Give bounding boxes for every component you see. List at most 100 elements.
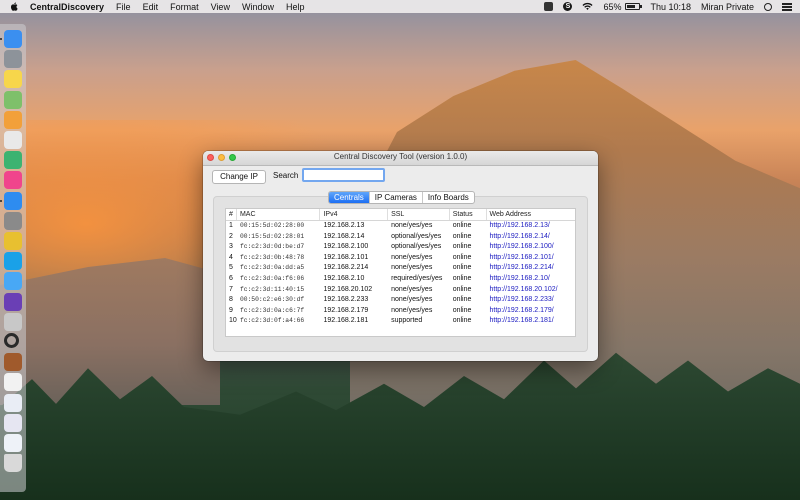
cell-mac: fc:c2:3d:11:40:15: [239, 285, 305, 293]
column-header-ipv4[interactable]: IPv4: [320, 209, 389, 220]
cell-mac: fc:c2:3d:0a:c6:7f: [239, 306, 305, 314]
cell-mac: 00:15:5d:02:28:00: [239, 222, 305, 229]
table-row[interactable]: 9 fc:c2:3d:0a:c6:7f 192.168.2.179 none/yes/…: [226, 306, 575, 317]
dock-magnifier-icon[interactable]: [4, 333, 19, 348]
cell-web-address[interactable]: http://192.168.2.10/: [487, 274, 575, 285]
cell-ipv4: 192.168.2.13: [323, 222, 365, 229]
dock-numbers-icon[interactable]: [4, 151, 22, 170]
dock-document-2-icon[interactable]: [4, 393, 22, 412]
cell-web-address[interactable]: http://192.168.2.101/: [487, 253, 575, 264]
window-title: Central Discovery Tool (version 1.0.0): [333, 152, 468, 161]
cell-status: online: [452, 285, 472, 293]
dock-chrome-icon[interactable]: [4, 232, 22, 250]
table-row[interactable]: 8 00:50:c2:e6:30:df 192.168.2.233 none/yes/…: [226, 295, 575, 306]
dock-trash-icon[interactable]: [4, 454, 22, 473]
dock-document-3-icon[interactable]: [4, 413, 22, 432]
cell-ipv4: 192.168.2.233: [323, 296, 369, 304]
cell-status: online: [452, 264, 472, 272]
menu-format[interactable]: Format: [164, 2, 205, 12]
cell-ssl: supported: [391, 317, 423, 325]
column-header-ssl[interactable]: SSL: [388, 209, 450, 220]
menu-window[interactable]: Window: [236, 2, 280, 12]
menu-clock[interactable]: Thu 10:18: [645, 2, 696, 12]
dock-finder-icon[interactable]: [4, 30, 22, 48]
apple-icon[interactable]: [10, 2, 18, 11]
battery-level-fill: [627, 5, 635, 8]
table-row[interactable]: 3 fc:c2:3d:0d:be:d7 192.168.2.100 optional/…: [226, 242, 575, 253]
dock-skype-icon[interactable]: [4, 252, 22, 271]
tab-ip-cameras[interactable]: IP Cameras: [368, 192, 422, 203]
table-row[interactable]: 7 fc:c2:3d:11:40:15 192.168.20.102 none/yes…: [226, 285, 575, 296]
menu-bar: CentralDiscovery File Edit Format View W…: [0, 0, 800, 13]
dock-messages-icon[interactable]: [4, 272, 22, 291]
cell-web-address[interactable]: http://192.168.2.181/: [487, 316, 575, 327]
cell-number: 3: [229, 243, 233, 251]
table-row[interactable]: 5 fc:c2:3d:0a:dd:a5 192.168.2.214 none/yes/…: [226, 263, 575, 274]
spotlight-icon: [764, 2, 772, 11]
cell-ssl: optional/yes/yes: [391, 232, 442, 240]
cell-web-address[interactable]: http://192.168.2.214/: [487, 263, 575, 274]
dock-app-store-icon[interactable]: [4, 191, 22, 210]
dock-document-1-icon[interactable]: [4, 373, 22, 392]
cell-web-address[interactable]: http://192.168.2.179/: [487, 306, 575, 317]
menu-user[interactable]: Miran Private: [696, 2, 759, 12]
cell-ssl: none/yes/yes: [391, 285, 433, 293]
cell-number: 7: [229, 285, 233, 293]
table-row[interactable]: 1 00:15:5d:02:28:00 192.168.2.13 none/yes/y…: [226, 221, 575, 232]
status-item-notifications[interactable]: [777, 2, 800, 11]
menu-edit[interactable]: Edit: [137, 2, 165, 12]
cell-status: online: [452, 232, 472, 240]
tab-info-boards[interactable]: Info Boards: [421, 192, 474, 203]
cell-ssl: none/yes/yes: [391, 296, 433, 304]
dock-visual-studio-icon[interactable]: [4, 292, 22, 311]
status-item-battery[interactable]: 65%: [598, 2, 645, 12]
menu-file[interactable]: File: [110, 2, 137, 12]
dock-screenshot-tool-icon[interactable]: [4, 312, 22, 331]
column-header-web-address[interactable]: Web Address: [487, 209, 575, 220]
search-input[interactable]: [302, 168, 385, 182]
table-row[interactable]: 2 00:15:5d:02:28:01 192.168.2.14 optional/y…: [226, 232, 575, 243]
battery-percent: 65%: [603, 1, 622, 12]
cell-ipv4: 192.168.2.179: [323, 306, 369, 314]
cell-mac: fc:c2:3d:0a:f6:06: [239, 274, 305, 282]
table-row[interactable]: 6 fc:c2:3d:0a:f6:06 192.168.2.10 required/y…: [226, 274, 575, 285]
table-row[interactable]: 4 fc:c2:3d:0b:48:78 192.168.2.101 none/yes/…: [226, 253, 575, 264]
status-item-spotlight[interactable]: [759, 2, 777, 11]
app-window: Central Discovery Tool (version 1.0.0) C…: [203, 151, 598, 361]
cell-web-address[interactable]: http://192.168.2.14/: [487, 232, 575, 243]
dock-photos-icon[interactable]: [4, 110, 22, 129]
cell-number: 5: [229, 264, 233, 272]
status-menus: S 65% Thu 10:18 Miran Private: [539, 0, 800, 13]
column-header-mac[interactable]: MAC: [237, 209, 321, 220]
dock-launchpad-icon[interactable]: [4, 50, 22, 69]
dock-system-preferences-icon[interactable]: [4, 211, 22, 230]
cell-web-address[interactable]: http://192.168.2.233/: [487, 295, 575, 306]
dock-central-discovery-icon[interactable]: [4, 353, 22, 372]
cell-ssl: none/yes/yes: [391, 306, 433, 314]
cell-web-address[interactable]: http://192.168.2.13/: [487, 221, 575, 232]
app-menu[interactable]: CentralDiscovery: [24, 2, 110, 12]
cell-number: 4: [229, 253, 233, 261]
title-bar[interactable]: Central Discovery Tool (version 1.0.0): [203, 151, 598, 166]
menu-help[interactable]: Help: [280, 2, 311, 12]
dock-notes-icon[interactable]: [4, 70, 22, 89]
table-row[interactable]: 10 fc:c2:3d:0f:a4:66 192.168.2.181 supporte…: [226, 316, 575, 327]
change-ip-button[interactable]: Change IP: [212, 170, 266, 184]
cell-web-address[interactable]: http://192.168.20.102/: [487, 285, 575, 296]
cell-ssl: none/yes/yes: [391, 253, 433, 261]
cell-status: online: [452, 243, 472, 251]
cell-status: online: [452, 317, 472, 325]
menu-view[interactable]: View: [205, 2, 236, 12]
status-item-square[interactable]: [539, 2, 558, 11]
cell-web-address[interactable]: http://192.168.2.100/: [487, 242, 575, 253]
column-header-number[interactable]: #: [226, 209, 237, 220]
dock-itunes-icon[interactable]: [4, 171, 22, 190]
dock-document-4-icon[interactable]: [4, 434, 22, 452]
status-item-wifi[interactable]: [577, 2, 598, 11]
status-item-skype[interactable]: S: [558, 2, 577, 11]
cell-ipv4: 192.168.2.14: [323, 232, 365, 240]
tab-centrals[interactable]: Centrals: [329, 192, 369, 203]
dock-maps-icon[interactable]: [4, 90, 22, 109]
column-header-status[interactable]: Status: [450, 209, 487, 220]
dock-textedit-icon[interactable]: [4, 131, 22, 149]
